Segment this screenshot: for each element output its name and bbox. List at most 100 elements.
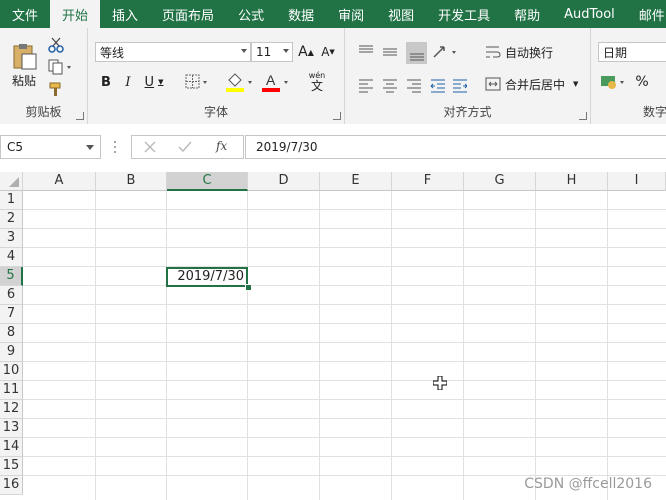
clipboard-launcher-icon[interactable] — [76, 112, 84, 120]
name-box[interactable]: C5 — [0, 135, 101, 159]
font-color-letter: A — [266, 72, 276, 88]
tab-review[interactable]: 审阅 — [326, 0, 376, 28]
column-header-b[interactable]: B — [96, 172, 167, 191]
copy-button[interactable] — [46, 58, 76, 76]
orientation-button[interactable] — [431, 42, 461, 62]
gridline — [23, 418, 666, 419]
tab-home[interactable]: 开始 — [50, 0, 101, 28]
italic-button[interactable]: I — [118, 72, 138, 92]
row-header-6[interactable]: 6 — [0, 286, 23, 305]
column-header-h[interactable]: H — [536, 172, 608, 191]
tab-file[interactable]: 文件 — [0, 0, 50, 28]
ribbon: 粘贴 剪贴板 等线 11 A ▲ A ▼ B I U ▼ A wén 文 字体 … — [0, 28, 666, 125]
column-header-g[interactable]: G — [464, 172, 536, 191]
gridline — [391, 191, 392, 500]
gridline — [23, 361, 666, 362]
percent-label: % — [635, 74, 649, 90]
font-launcher-icon[interactable] — [333, 112, 341, 120]
row-header-8[interactable]: 8 — [0, 324, 23, 343]
tab-data[interactable]: 数据 — [276, 0, 326, 28]
font-name-value: 等线 — [100, 45, 125, 60]
gridline — [23, 456, 666, 457]
shrink-font-icon: A — [321, 45, 330, 59]
formula-input[interactable]: 2019/7/30 — [245, 135, 666, 159]
font-group: 等线 11 A ▲ A ▼ B I U ▼ A wén 文 字体 — [88, 28, 345, 124]
wrap-text-button[interactable]: 自动换行 — [485, 42, 557, 62]
shrink-font-button[interactable]: A ▼ — [318, 42, 338, 62]
row-header-10[interactable]: 10 — [0, 362, 23, 381]
enter-icon[interactable] — [178, 141, 192, 153]
vertical-align-icons[interactable] — [357, 42, 427, 64]
borders-button[interactable] — [184, 72, 212, 92]
paste-button[interactable]: 粘贴 — [6, 36, 42, 94]
format-painter-icon — [49, 82, 61, 96]
percent-button[interactable]: % — [633, 72, 651, 92]
column-header-e[interactable]: E — [320, 172, 392, 191]
number-format-value: 日期 — [603, 45, 628, 60]
alignment-group: 自动换行 合并后居中 ▼ 对齐方式 — [345, 28, 591, 124]
tab-page-layout[interactable]: 页面布局 — [150, 0, 226, 28]
row-header-1[interactable]: 1 — [0, 191, 23, 210]
column-header-d[interactable]: D — [248, 172, 320, 191]
gridline — [23, 209, 666, 210]
number-group: 日期 % 数字 — [591, 28, 666, 124]
phonetic-button[interactable]: wén 文 — [302, 68, 332, 96]
gridline — [319, 191, 320, 500]
column-header-f[interactable]: F — [392, 172, 464, 191]
font-name-combo[interactable]: 等线 — [95, 42, 251, 62]
tab-audtool[interactable]: AudTool — [552, 0, 627, 28]
fill-handle[interactable] — [245, 284, 252, 291]
wen-char: 文 — [310, 79, 323, 93]
tab-mail[interactable]: 邮件 — [627, 0, 666, 28]
fill-color-button[interactable] — [224, 70, 256, 94]
font-color-button[interactable]: A — [260, 70, 292, 94]
orientation-icon — [433, 46, 456, 58]
horizontal-align-icons[interactable] — [357, 74, 467, 96]
cell-c5[interactable]: 2019/7/30 — [166, 267, 248, 287]
tab-help[interactable]: 帮助 — [502, 0, 552, 28]
scissors-icon — [48, 37, 64, 53]
clipboard-group-label: 剪贴板 — [25, 105, 62, 119]
drag-handle-icon[interactable] — [112, 140, 118, 154]
row-header-13[interactable]: 13 — [0, 419, 23, 438]
gridline — [535, 191, 536, 500]
tab-view[interactable]: 视图 — [376, 0, 426, 28]
row-header-2[interactable]: 2 — [0, 210, 23, 229]
insert-function-icon[interactable]: fx — [216, 139, 227, 153]
row-header-3[interactable]: 3 — [0, 229, 23, 248]
row-header-7[interactable]: 7 — [0, 305, 23, 324]
number-format-combo[interactable]: 日期 — [598, 42, 666, 62]
paste-label: 粘贴 — [11, 73, 36, 88]
format-painter-button[interactable] — [46, 80, 66, 98]
border-icon — [185, 74, 207, 89]
gridline — [23, 304, 666, 305]
accounting-format-button[interactable] — [599, 72, 629, 92]
row-header-16[interactable]: 16 — [0, 476, 23, 495]
underline-button[interactable]: U ▼ — [140, 72, 168, 92]
tab-developer[interactable]: 开发工具 — [426, 0, 502, 28]
merge-center-button[interactable]: 合并后居中 ▼ — [485, 74, 585, 94]
tab-formulas[interactable]: 公式 — [226, 0, 276, 28]
grow-font-button[interactable]: A ▲ — [296, 42, 316, 62]
tab-insert[interactable]: 插入 — [100, 0, 150, 28]
row-header-5[interactable]: 5 — [0, 267, 23, 286]
row-header-11[interactable]: 11 — [0, 381, 23, 400]
row-header-15[interactable]: 15 — [0, 457, 23, 476]
row-header-14[interactable]: 14 — [0, 438, 23, 457]
column-header-a[interactable]: A — [23, 172, 96, 191]
cell-grid[interactable] — [23, 191, 666, 500]
formula-bar: C5 fx 2019/7/30 — [0, 124, 666, 172]
name-box-value: C5 — [7, 140, 24, 154]
select-all-corner[interactable] — [0, 172, 23, 191]
chevron-down-icon: ▼ — [158, 78, 164, 86]
cancel-icon[interactable] — [144, 141, 156, 153]
column-header-c[interactable]: C — [167, 172, 248, 191]
row-header-12[interactable]: 12 — [0, 400, 23, 419]
column-header-i[interactable]: I — [608, 172, 666, 191]
font-size-combo[interactable]: 11 — [251, 42, 293, 62]
row-header-9[interactable]: 9 — [0, 343, 23, 362]
alignment-launcher-icon[interactable] — [579, 112, 587, 120]
bold-button[interactable]: B — [96, 72, 116, 92]
cut-button[interactable] — [46, 36, 66, 54]
row-header-4[interactable]: 4 — [0, 248, 23, 267]
